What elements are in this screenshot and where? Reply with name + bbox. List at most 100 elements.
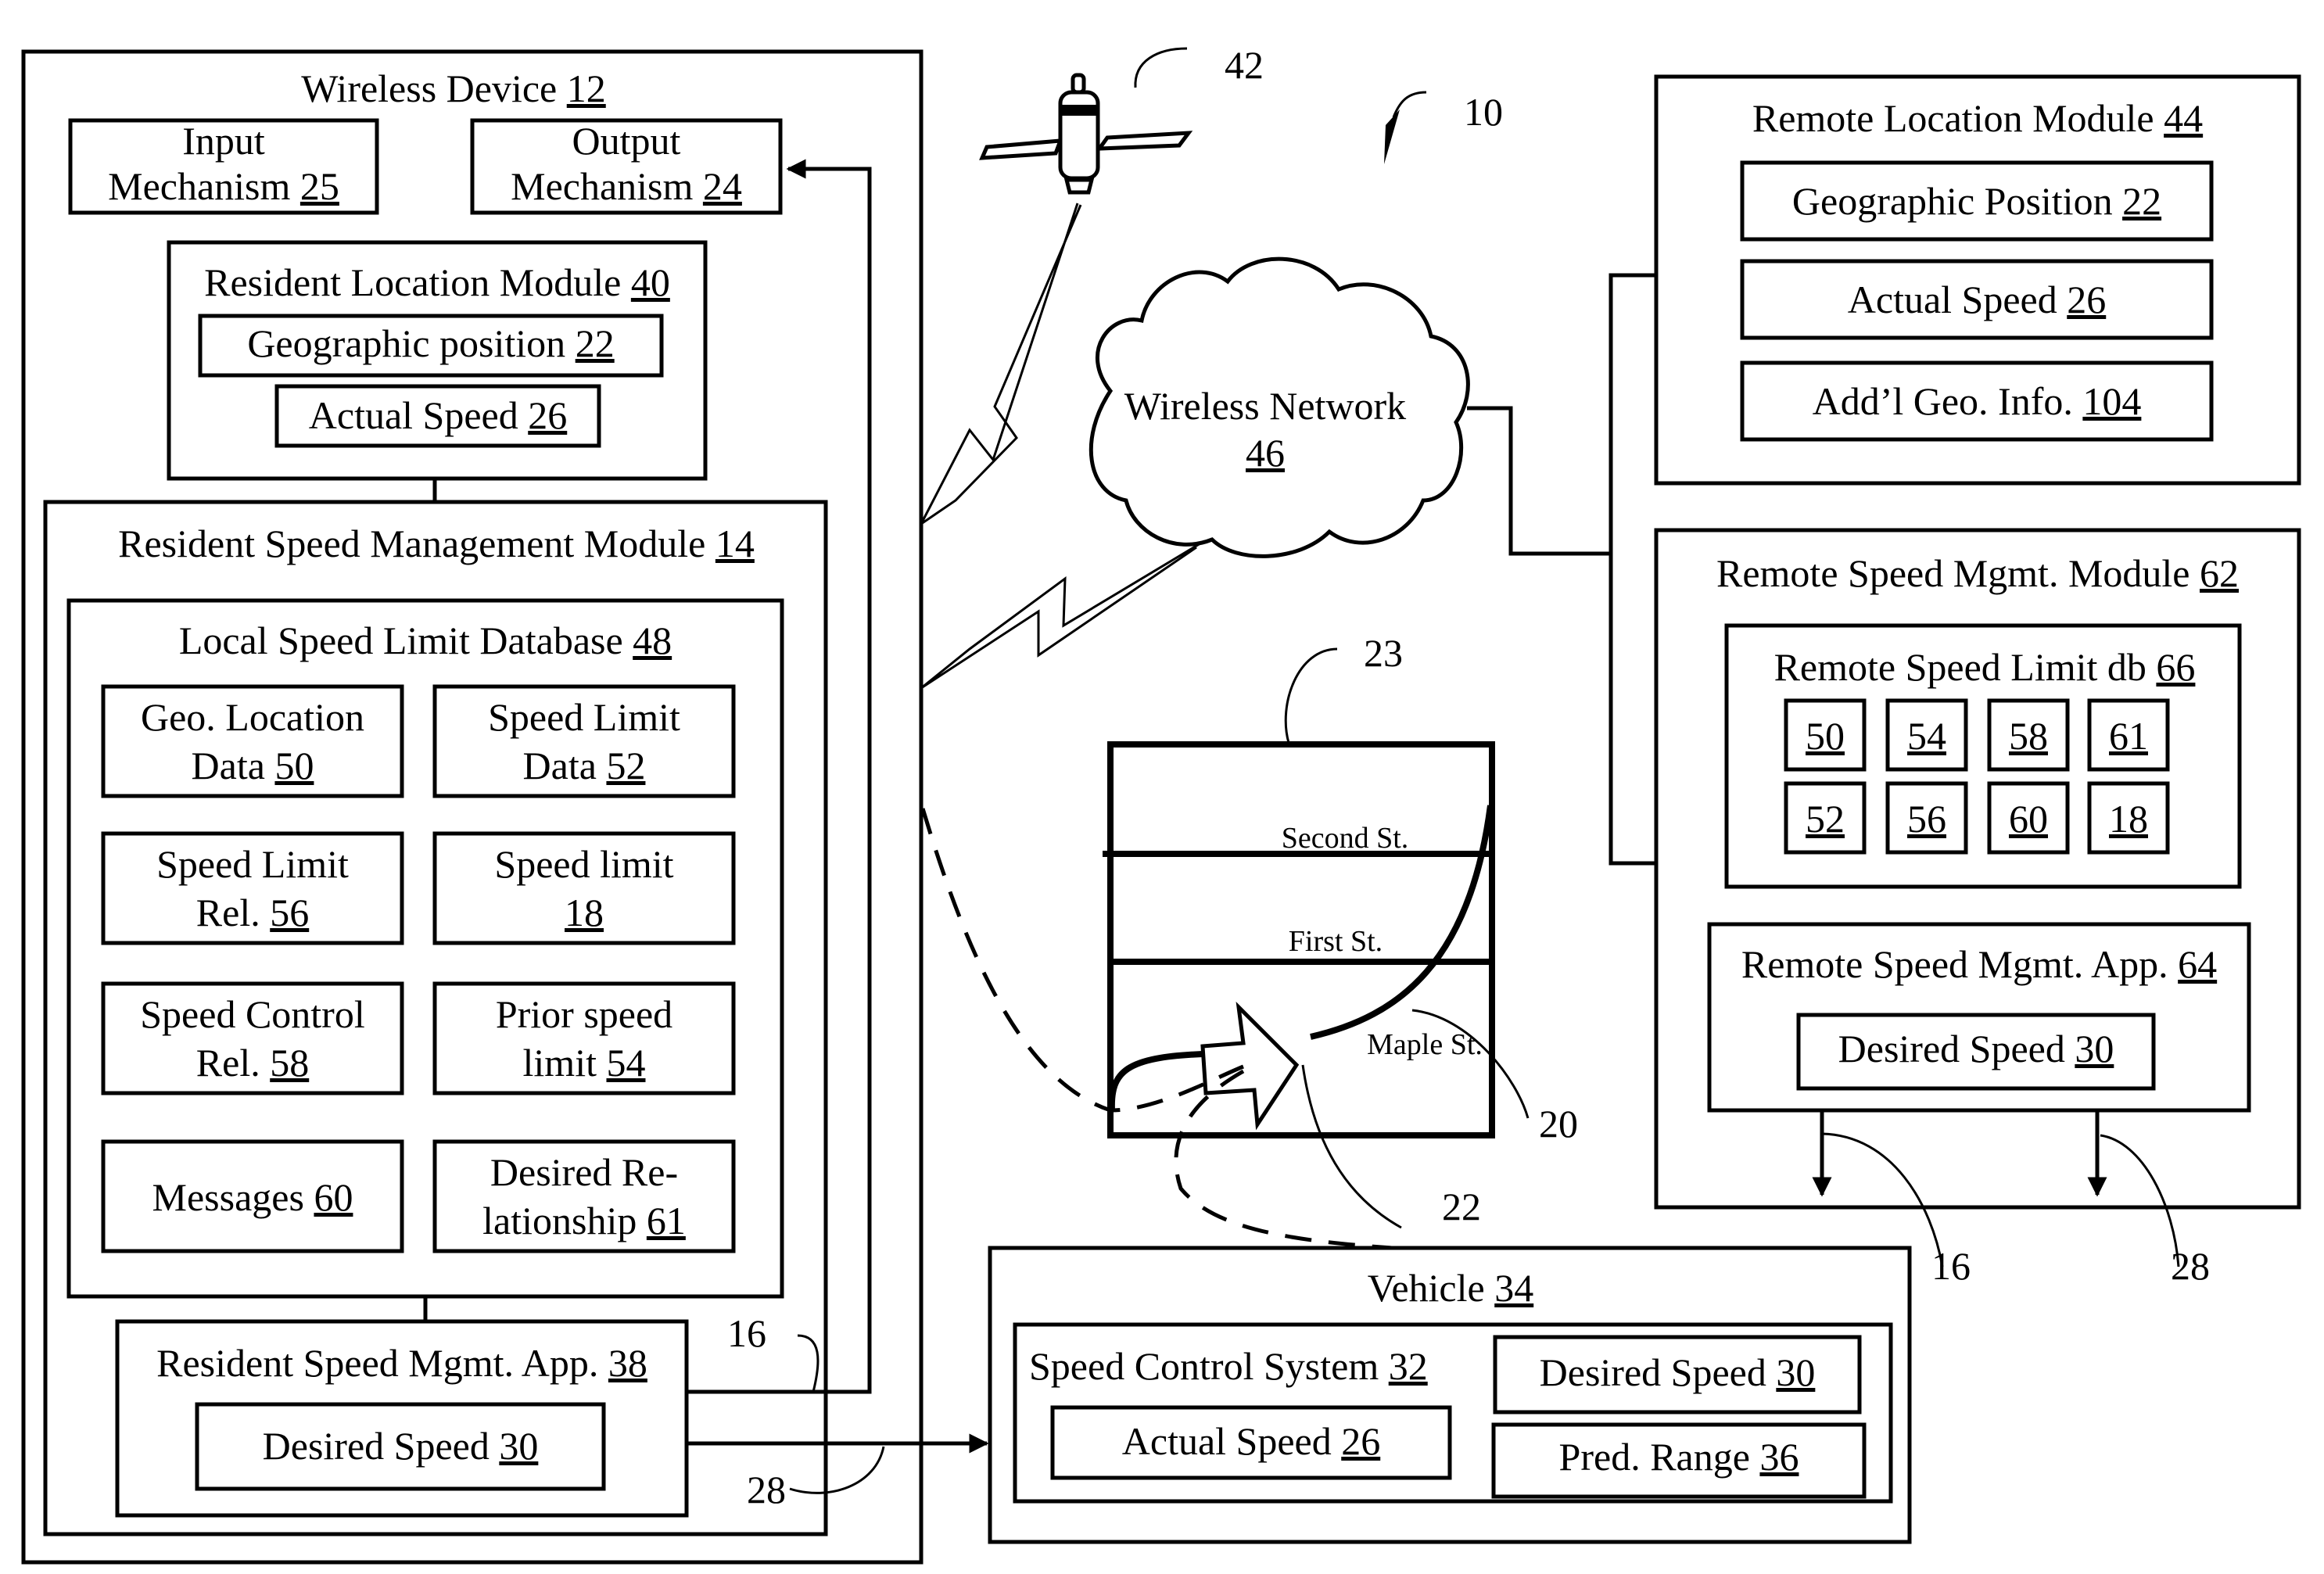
lightning-network-icon bbox=[920, 540, 1205, 690]
patent-diagram: Wireless Device 12 Input Mechanism 25 Ou… bbox=[21, 43, 2301, 1565]
output-mechanism-num: 24 bbox=[703, 164, 742, 208]
local-db-item-num: 18 bbox=[565, 891, 604, 934]
remote-speed-module-num: 62 bbox=[2200, 551, 2239, 595]
remote-db-cell: 58 bbox=[1987, 698, 2070, 772]
local-db-item-num: 52 bbox=[606, 744, 645, 787]
svg-text:Geographic position 22: Geographic position 22 bbox=[247, 321, 614, 365]
route-num: 20 bbox=[1539, 1102, 1578, 1146]
remote-db-cell-num: 60 bbox=[2009, 797, 2048, 841]
resident-speed-mgmt-module-title: Resident Speed Management Module bbox=[118, 522, 705, 565]
local-db-item-line1: Prior speed bbox=[496, 992, 672, 1036]
remote-db-title: Remote Speed Limit db bbox=[1774, 645, 2146, 689]
resident-location-module-num: 40 bbox=[631, 260, 670, 304]
svg-text:Resident Speed Mgmt. App. 38: Resident Speed Mgmt. App. 38 bbox=[156, 1341, 647, 1385]
local-db-item-num: 58 bbox=[270, 1041, 309, 1085]
local-db-item-line2: Data bbox=[523, 744, 597, 787]
remote-db-cell-num: 58 bbox=[2009, 714, 2048, 758]
local-db-item-line1: Speed limit bbox=[494, 842, 673, 886]
svg-text:Desired Speed 30: Desired Speed 30 bbox=[1540, 1350, 1816, 1394]
local-db-item-line1: Desired Re- bbox=[490, 1150, 678, 1194]
local-db-item: Geo. Location Data 50 bbox=[101, 684, 404, 798]
svg-text:Remote Location Module 44: Remote Location Module 44 bbox=[1752, 96, 2203, 140]
remote-db-cell: 52 bbox=[1784, 781, 1867, 855]
wireless-device-num: 12 bbox=[567, 66, 606, 110]
svg-text:Actual Speed 26: Actual Speed 26 bbox=[1848, 278, 2106, 321]
map-num: 23 bbox=[1364, 631, 1403, 675]
svg-text:Desired Speed 30: Desired Speed 30 bbox=[1838, 1027, 2114, 1070]
local-db-item: Speed limit 18 bbox=[432, 831, 736, 945]
figure-ref: 10 bbox=[1464, 90, 1503, 134]
resident-desired-speed-label: Desired Speed bbox=[263, 1424, 490, 1468]
remote-bus bbox=[1609, 273, 1656, 866]
svg-text:Data 50: Data 50 bbox=[192, 744, 314, 787]
input-mechanism-num: 25 bbox=[300, 164, 339, 208]
remote-db-cell: 18 bbox=[2087, 781, 2170, 855]
local-db-item-num: 60 bbox=[314, 1175, 353, 1219]
svg-text:Rel. 58: Rel. 58 bbox=[196, 1041, 309, 1085]
svg-text:18: 18 bbox=[565, 891, 604, 934]
vehicle-actual-speed-label: Actual Speed bbox=[1122, 1419, 1332, 1463]
svg-text:lationship 61: lationship 61 bbox=[482, 1199, 686, 1242]
remote-location-item-label: Add’l Geo. Info. bbox=[1813, 379, 2083, 423]
svg-text:Remote Speed Limit db 66: Remote Speed Limit db 66 bbox=[1774, 645, 2196, 689]
remote-location-module: Remote Location Module 44 Geographic Pos… bbox=[1654, 74, 2301, 486]
svg-text:Add’l Geo. Info. 104: Add’l Geo. Info. 104 bbox=[1813, 379, 2142, 423]
local-db-item-line2: Messages bbox=[152, 1175, 304, 1219]
vehicle-title: Vehicle bbox=[1368, 1266, 1485, 1310]
svg-text:Resident Location Module 40: Resident Location Module 40 bbox=[204, 260, 670, 304]
remote-db-cell: 60 bbox=[1987, 781, 2070, 855]
svg-text:Remote Speed Mgmt. App. 64: Remote Speed Mgmt. App. 64 bbox=[1741, 942, 2217, 986]
remote-speed-mgmt-module: Remote Speed Mgmt. Module 62 Remote Spee… bbox=[1654, 528, 2301, 1210]
leader-20 bbox=[1411, 1009, 1530, 1119]
svg-text:Rel. 56: Rel. 56 bbox=[196, 891, 309, 934]
resident-app-num: 38 bbox=[608, 1341, 647, 1385]
map-diagram: Second St. First St. Maple St. 23 20 22 bbox=[1103, 631, 1578, 1229]
remote-db-cell-num: 18 bbox=[2109, 797, 2148, 841]
remote-location-item-num: 22 bbox=[2122, 179, 2161, 223]
local-db-item-num: 54 bbox=[606, 1041, 645, 1085]
geo-position-num: 22 bbox=[576, 321, 615, 365]
local-db-item: Speed Limit Data 52 bbox=[432, 684, 736, 798]
resident-speed-mgmt-module-num: 14 bbox=[715, 522, 755, 565]
svg-text:Geographic Position 22: Geographic Position 22 bbox=[1792, 179, 2161, 223]
local-db-item-line1: Speed Limit bbox=[488, 695, 680, 739]
local-speed-limit-db: Local Speed Limit Database 48 Geo. Locat… bbox=[66, 598, 784, 1299]
svg-text:Actual Speed 26: Actual Speed 26 bbox=[309, 393, 567, 437]
svg-text:Data 52: Data 52 bbox=[523, 744, 646, 787]
remote-signal-28-label: 28 bbox=[2171, 1244, 2210, 1288]
remote-location-title: Remote Location Module bbox=[1752, 96, 2154, 140]
svg-text:Resident Speed Management Modu: Resident Speed Management Module 14 bbox=[118, 522, 755, 565]
input-mechanism-line2: Mechanism bbox=[108, 164, 290, 208]
remote-db-cell: 54 bbox=[1885, 698, 1968, 772]
resident-location-module: Resident Location Module 40 Geographic p… bbox=[167, 240, 708, 481]
remote-location-item: Geographic Position 22 bbox=[1740, 160, 2214, 242]
svg-text:Wireless Device 12: Wireless Device 12 bbox=[301, 66, 606, 110]
svg-text:Pred. Range 36: Pred. Range 36 bbox=[1559, 1435, 1799, 1479]
vehicle-actual-speed-num: 26 bbox=[1341, 1419, 1380, 1463]
wireless-network-num: 46 bbox=[1246, 431, 1285, 475]
wireless-network-label: Wireless Network bbox=[1124, 384, 1406, 428]
local-db-item: Prior speed limit 54 bbox=[432, 981, 736, 1095]
local-db-item-line2: Rel. bbox=[196, 891, 260, 934]
remote-speed-limit-db: Remote Speed Limit db 66 50 54 58 61 52 56 60 1… bbox=[1724, 623, 2242, 889]
resident-speed-mgmt-module: Resident Speed Management Module 14 Loca… bbox=[43, 500, 828, 1536]
svg-text:Local Speed Limit Database 48: Local Speed Limit Database 48 bbox=[179, 618, 672, 662]
remote-db-cell-num: 56 bbox=[1907, 797, 1946, 841]
remote-location-item-num: 26 bbox=[2067, 278, 2106, 321]
street-label-second: Second St. bbox=[1282, 822, 1409, 855]
vehicle-position-arrow-icon bbox=[1200, 1002, 1300, 1131]
local-db-item-num: 56 bbox=[270, 891, 309, 934]
local-db-item-num: 50 bbox=[274, 744, 314, 787]
svg-text:Mechanism 25: Mechanism 25 bbox=[108, 164, 339, 208]
svg-text:Mechanism 24: Mechanism 24 bbox=[511, 164, 742, 208]
pred-range-label: Pred. Range bbox=[1559, 1435, 1750, 1479]
remote-location-item-label: Actual Speed bbox=[1848, 278, 2057, 321]
local-db-item-line2: Data bbox=[192, 744, 265, 787]
remote-location-item: Add’l Geo. Info. 104 bbox=[1740, 360, 2214, 442]
satellite-num: 42 bbox=[1225, 43, 1264, 87]
vehicle-desired-speed-num: 30 bbox=[1776, 1350, 1815, 1394]
local-db-item: Speed Control Rel. 58 bbox=[101, 981, 404, 1095]
remote-speed-mgmt-app: Remote Speed Mgmt. App. 64 Desired Speed… bbox=[1707, 922, 2251, 1113]
leader-23 bbox=[1284, 647, 1338, 744]
local-db-item-num: 61 bbox=[647, 1199, 686, 1242]
